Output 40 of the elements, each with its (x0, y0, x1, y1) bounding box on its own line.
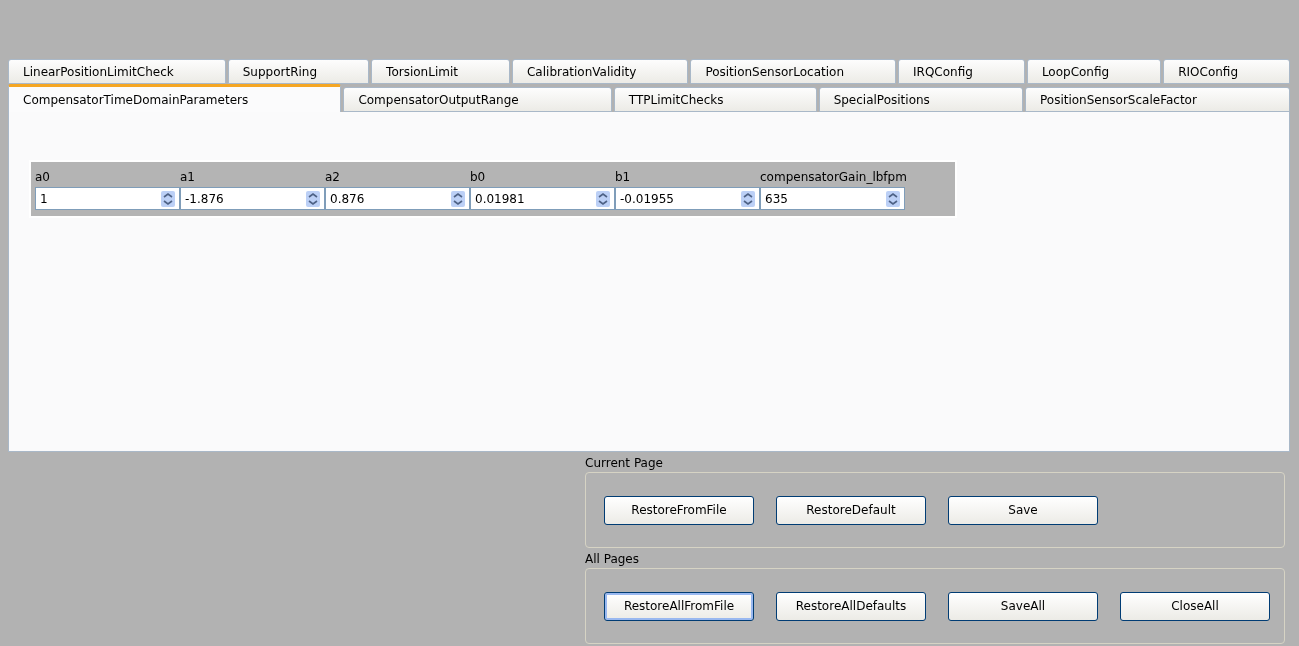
tab[interactable]: CalibrationValidity (512, 59, 689, 84)
tab[interactable]: SpecialPositions (818, 87, 1023, 112)
spin-box[interactable]: -0.01955 (615, 187, 760, 210)
action-button[interactable]: RestoreFromFile (604, 495, 754, 525)
action-button[interactable]: SaveAll (948, 591, 1098, 621)
spin-arrows-icon[interactable] (451, 190, 465, 207)
column-header: compensatorGain_lbfpm (760, 169, 907, 186)
column-header: b0 (470, 169, 487, 186)
spin-box[interactable]: 1 (35, 187, 180, 210)
tab[interactable]: CompensatorOutputRange (343, 87, 612, 112)
column-header: a2 (325, 169, 341, 186)
spin-box[interactable]: 0.01981 (470, 187, 615, 210)
group-title: All Pages (585, 551, 639, 568)
tab[interactable]: PositionSensorLocation (690, 59, 896, 84)
tab[interactable]: RIOConfig (1163, 59, 1291, 84)
action-button[interactable]: RestoreAllFromFile (604, 591, 754, 621)
column-header: a0 (35, 169, 51, 186)
tab[interactable]: TorsionLimit (371, 59, 510, 84)
spin-box[interactable]: 635 (760, 187, 905, 210)
tab[interactable]: LinearPositionLimitCheck (8, 59, 226, 84)
action-button[interactable]: Save (948, 495, 1098, 525)
tab[interactable]: LoopConfig (1026, 59, 1162, 84)
tab[interactable]: PositionSensorScaleFactor (1025, 87, 1291, 112)
tab[interactable]: SupportRing (227, 59, 370, 84)
action-button[interactable]: RestoreDefault (776, 495, 926, 525)
tab[interactable]: IRQConfig (898, 59, 1025, 84)
action-button[interactable]: RestoreAllDefaults (776, 591, 926, 621)
spin-arrows-icon[interactable] (306, 190, 320, 207)
spin-arrows-icon[interactable] (161, 190, 175, 207)
group-title: Current Page (585, 455, 663, 472)
spin-arrows-icon[interactable] (741, 190, 755, 207)
tab[interactable]: TTPLimitChecks (613, 87, 817, 112)
spin-box[interactable]: 0.876 (325, 187, 470, 210)
column-header: b1 (615, 169, 632, 186)
tab[interactable]: CompensatorTimeDomainParameters (8, 84, 342, 112)
spin-arrows-icon[interactable] (886, 190, 900, 207)
spin-box[interactable]: -1.876 (180, 187, 325, 210)
spin-arrows-icon[interactable] (596, 190, 610, 207)
column-header: a1 (180, 169, 196, 186)
action-button[interactable]: CloseAll (1120, 591, 1270, 621)
